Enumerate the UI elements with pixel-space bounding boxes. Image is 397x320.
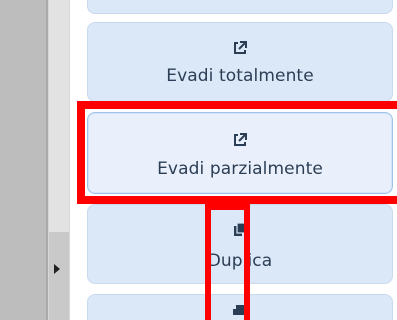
highlight-box [77, 101, 397, 204]
page: Evadi totalmente Evadi parzialmente Dupl… [0, 0, 397, 320]
left-panel-edge [0, 0, 48, 320]
panel-divider [69, 0, 70, 320]
evadi-totalmente-label: Evadi totalmente [166, 66, 314, 86]
scrollbar-track[interactable] [49, 232, 70, 320]
external-link-icon [88, 41, 392, 55]
scrollbar-thumb[interactable] [49, 0, 70, 233]
highlight-marker [205, 204, 250, 320]
evadi-totalmente-button[interactable]: Evadi totalmente [87, 22, 393, 102]
expand-arrow-icon[interactable] [54, 264, 60, 274]
vertical-scrollbar[interactable] [48, 0, 70, 320]
previous-action-button[interactable] [87, 0, 393, 14]
